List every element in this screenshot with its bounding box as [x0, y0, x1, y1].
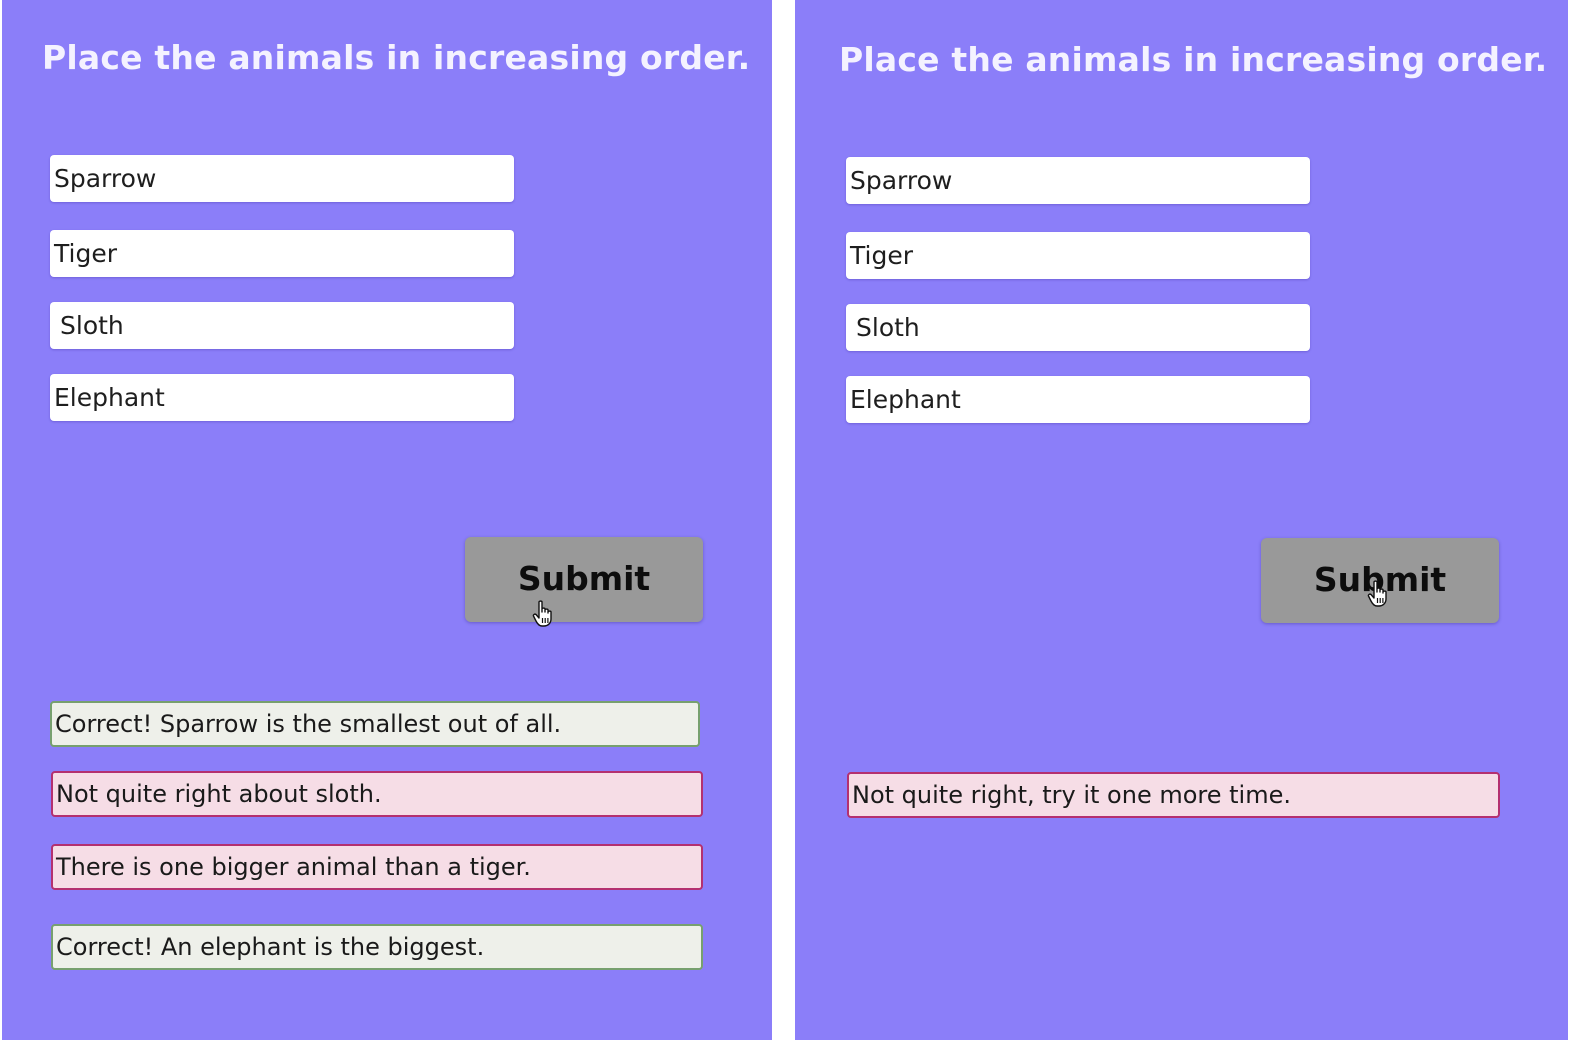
submit-button[interactable]: Submit	[465, 537, 703, 622]
quiz-panel-left: Place the animals in increasing order. S…	[2, 0, 772, 1040]
quiz-panel-right: Place the animals in increasing order. S…	[795, 0, 1568, 1040]
question-title: Place the animals in increasing order.	[839, 40, 1548, 79]
answer-field-3[interactable]: Sloth	[846, 304, 1310, 351]
answer-field-1[interactable]: Sparrow	[50, 155, 514, 202]
hand-pointer-icon	[532, 600, 552, 627]
answer-field-3[interactable]: Sloth	[50, 302, 514, 349]
feedback-message-correct: Correct! An elephant is the biggest.	[51, 924, 703, 970]
answer-field-2[interactable]: Tiger	[50, 230, 514, 277]
question-title: Place the animals in increasing order.	[42, 38, 751, 77]
answer-field-2[interactable]: Tiger	[846, 232, 1310, 279]
feedback-message-incorrect: Not quite right, try it one more time.	[847, 772, 1500, 818]
answer-field-4[interactable]: Elephant	[846, 376, 1310, 423]
answer-field-4[interactable]: Elephant	[50, 374, 514, 421]
answer-field-1[interactable]: Sparrow	[846, 157, 1310, 204]
feedback-message-incorrect: Not quite right about sloth.	[51, 771, 703, 817]
hand-pointer-icon	[1367, 580, 1387, 607]
feedback-message-correct: Correct! Sparrow is the smallest out of …	[50, 701, 700, 747]
feedback-message-incorrect: There is one bigger animal than a tiger.	[51, 844, 703, 890]
